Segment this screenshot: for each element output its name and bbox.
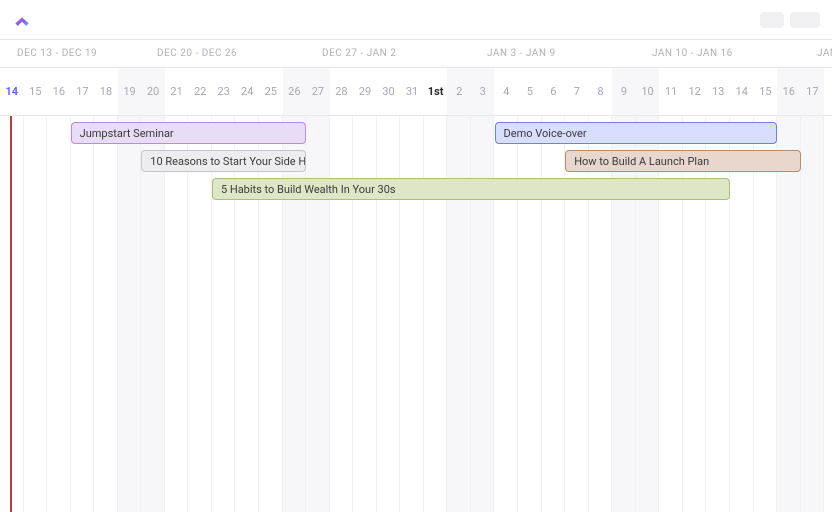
grid-column [353,116,377,512]
week-label: DEC 20 - DEC 26 [147,40,247,59]
day-cell[interactable]: 16 [777,68,801,115]
gantt-body[interactable]: Jumpstart Seminar Demo Voice-over 10 Reaso… [0,116,832,512]
day-cell[interactable]: 20 [141,68,165,115]
day-cell[interactable]: 13 [706,68,730,115]
day-cell[interactable]: 26 [283,68,307,115]
day-cell[interactable]: 25 [259,68,283,115]
day-cell[interactable]: 29 [353,68,377,115]
day-cell[interactable]: 8 [589,68,613,115]
day-cell[interactable]: 27 [306,68,330,115]
day-cell[interactable]: 14 [730,68,754,115]
day-cell[interactable]: 21 [165,68,189,115]
gantt-app: DEC 13 - DEC 19 DEC 20 - DEC 26 DEC 27 - J… [0,0,832,512]
grid-column [683,116,707,512]
grid-column [283,116,307,512]
day-header-row: 1415161718192021222324252627282930311st2… [0,68,832,116]
grid-column [24,116,48,512]
grid-column [730,116,754,512]
day-cell[interactable]: 22 [188,68,212,115]
day-cell[interactable]: 3 [471,68,495,115]
week-label: JAN 3 - JAN 9 [477,40,566,59]
week-label: JAN 10 - JAN 16 [642,40,743,59]
task-bar[interactable]: Demo Voice-over [495,122,778,144]
day-cell[interactable]: 18 [94,68,118,115]
task-bar[interactable]: Jumpstart Seminar [71,122,307,144]
day-cell[interactable]: 15 [24,68,48,115]
grid-column [141,116,165,512]
day-cell[interactable]: 10 [636,68,660,115]
grid-column [471,116,495,512]
grid-column [801,116,825,512]
grid-column [377,116,401,512]
grid-column [589,116,613,512]
topbar [0,0,832,40]
day-cell[interactable]: 28 [330,68,354,115]
day-cell[interactable]: 12 [683,68,707,115]
grid-column [188,116,212,512]
grid-column [118,116,142,512]
day-cell[interactable]: 17 [801,68,825,115]
day-cell[interactable]: 4 [494,68,518,115]
day-cell[interactable]: 9 [612,68,636,115]
task-bar[interactable]: 5 Habits to Build Wealth In Your 30s [212,178,730,200]
grid-column [235,116,259,512]
clickup-logo-icon [12,10,32,30]
day-cell[interactable]: 7 [565,68,589,115]
day-cell[interactable]: 24 [235,68,259,115]
grid-column [259,116,283,512]
day-cell[interactable]: 2 [447,68,471,115]
week-label: DEC 27 - JAN 2 [312,40,406,59]
grid-column [400,116,424,512]
today-indicator [10,116,12,512]
grid-column [94,116,118,512]
grid-column [447,116,471,512]
day-cell[interactable]: 5 [518,68,542,115]
day-cell[interactable]: 19 [118,68,142,115]
week-label: DEC 13 - DEC 19 [7,40,107,59]
day-cell[interactable]: 1st [424,68,448,115]
grid-column [306,116,330,512]
grid-column [518,116,542,512]
topbar-actions [760,12,820,28]
grid-column [47,116,71,512]
toolbar-chip[interactable] [790,12,820,28]
grid-column [659,116,683,512]
day-cell[interactable]: 23 [212,68,236,115]
week-header-row: DEC 13 - DEC 19 DEC 20 - DEC 26 DEC 27 - J… [0,40,832,68]
grid-column [636,116,660,512]
grid-column [754,116,778,512]
grid-column [706,116,730,512]
grid-column [71,116,95,512]
grid-column [612,116,636,512]
day-cell[interactable]: 17 [71,68,95,115]
day-cell[interactable]: 16 [47,68,71,115]
day-cell[interactable]: 30 [377,68,401,115]
grid-column [212,116,236,512]
grid-column [424,116,448,512]
task-bar[interactable]: 10 Reasons to Start Your Side H… [141,150,306,172]
grid-column [777,116,801,512]
grid-column [494,116,518,512]
day-cell[interactable]: 15 [754,68,778,115]
day-cell[interactable]: 6 [542,68,566,115]
grid-column [165,116,189,512]
day-cell[interactable]: 11 [659,68,683,115]
task-bar[interactable]: How to Build A Launch Plan [565,150,801,172]
grid-column [565,116,589,512]
grid-column [330,116,354,512]
toolbar-chip[interactable] [760,12,784,28]
grid-column [542,116,566,512]
week-label: JAN [807,40,832,59]
day-cell[interactable]: 14 [0,68,24,115]
day-cell[interactable]: 31 [400,68,424,115]
